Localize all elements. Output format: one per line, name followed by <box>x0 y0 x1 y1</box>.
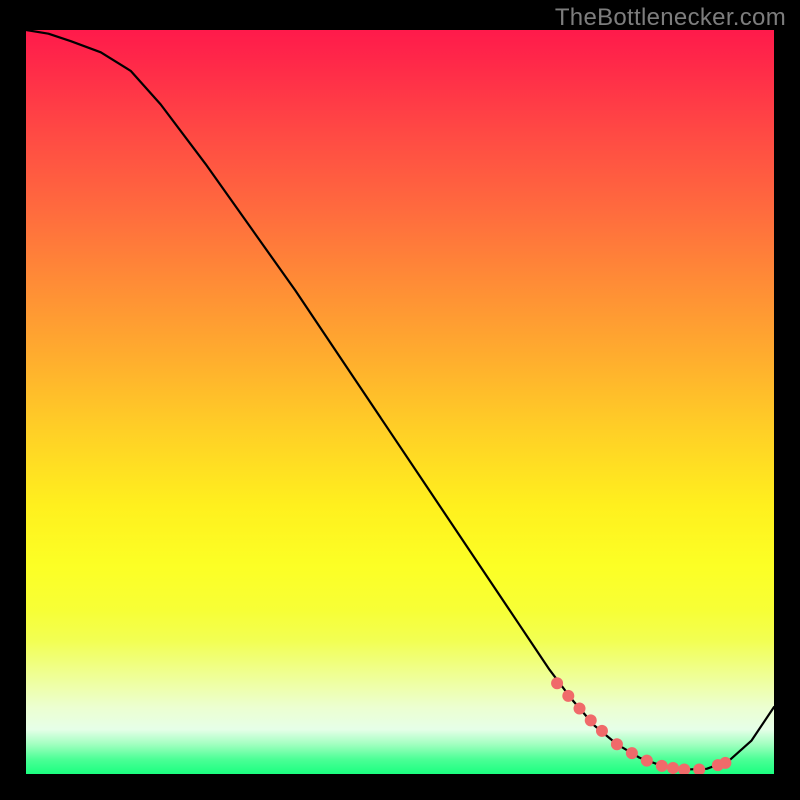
watermark-text: TheBottlenecker.com <box>555 4 786 32</box>
plot-area <box>26 30 774 774</box>
chart-frame: TheBottlenecker.com <box>0 0 800 800</box>
gradient-background <box>26 30 774 774</box>
